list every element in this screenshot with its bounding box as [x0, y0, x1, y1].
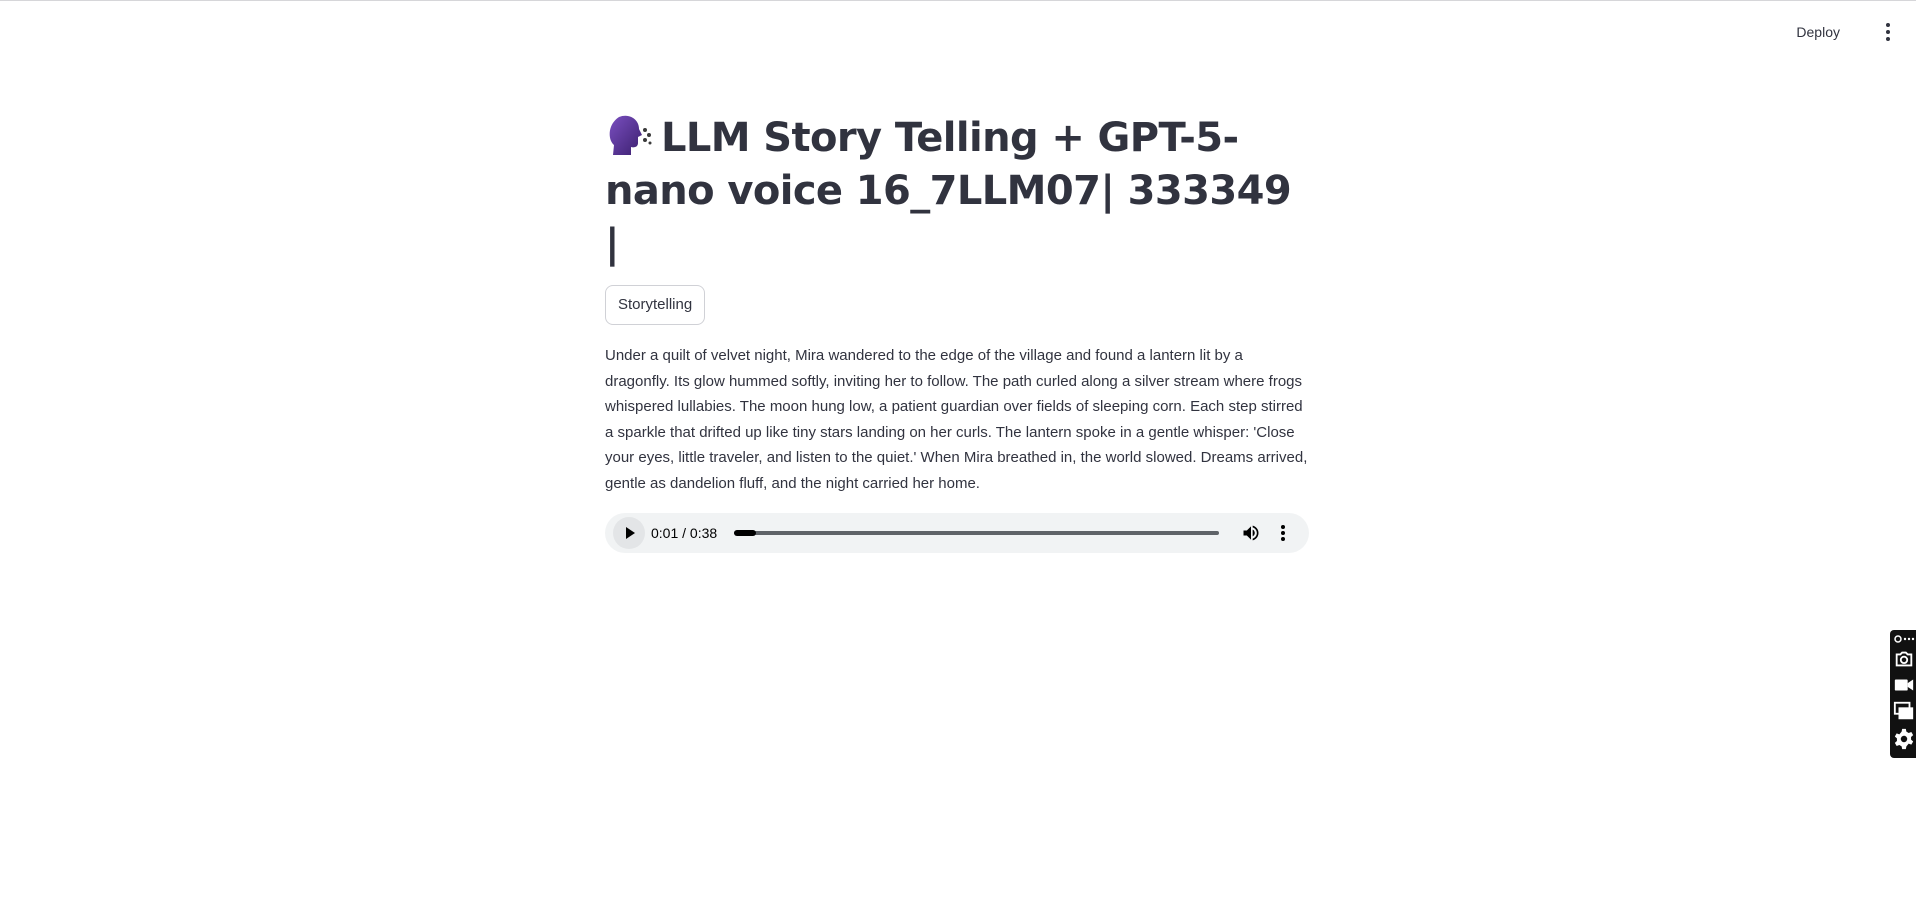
audio-player: 0:01 / 0:38 — [605, 512, 1309, 553]
screens-icon[interactable] — [1893, 700, 1915, 722]
volume-icon[interactable] — [1241, 523, 1261, 543]
more-vertical-icon — [1886, 23, 1890, 27]
camera-icon[interactable] — [1893, 648, 1915, 670]
audio-seek-slider[interactable] — [734, 529, 1219, 536]
settings-icon[interactable] — [1893, 728, 1915, 750]
more-options-icon[interactable] — [1273, 523, 1293, 543]
side-toolbar — [1890, 630, 1916, 758]
video-camera-icon[interactable] — [1893, 674, 1915, 696]
audio-time: 0:01 / 0:38 — [651, 524, 718, 541]
deploy-button[interactable]: Deploy — [1788, 19, 1848, 45]
link-icon[interactable] — [1893, 632, 1915, 644]
play-button[interactable] — [613, 516, 645, 549]
main-menu-button[interactable] — [1878, 19, 1898, 45]
story-text: Under a quilt of velvet night, Mira wand… — [605, 347, 1308, 492]
app-header: Deploy — [0, 0, 1916, 62]
page-title-text: LLM Story Telling + GPT-5-nano voice 16_… — [605, 115, 1292, 267]
audio-progress-fill — [734, 529, 756, 536]
speaking-head-icon — [605, 113, 653, 157]
main-content: LLM Story Telling + GPT-5-nano voice 16_… — [605, 112, 1309, 553]
storytelling-button[interactable]: Storytelling — [605, 285, 706, 325]
page-title: LLM Story Telling + GPT-5-nano voice 16_… — [605, 112, 1309, 271]
